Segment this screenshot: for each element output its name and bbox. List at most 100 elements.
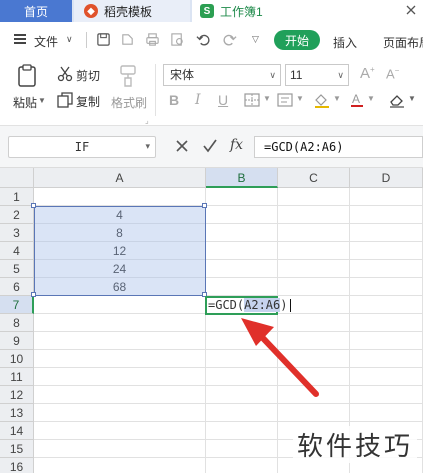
hamburger-menu-icon[interactable]: [14, 34, 26, 44]
chevron-down-icon[interactable]: ∨: [66, 34, 73, 45]
font-size-select[interactable]: 11 ∨: [285, 64, 349, 86]
cell-b10[interactable]: [206, 350, 278, 368]
cell-a14[interactable]: [34, 422, 206, 440]
cell-a4[interactable]: 12: [34, 242, 206, 260]
cell-d3[interactable]: [350, 224, 423, 242]
insert-function-button[interactable]: fx: [230, 137, 243, 153]
format-painter-icon[interactable]: [118, 64, 138, 88]
row-header-10[interactable]: 10: [0, 350, 34, 368]
chevron-down-icon[interactable]: ▼: [263, 94, 271, 103]
cell-b11[interactable]: [206, 368, 278, 386]
cell-d8[interactable]: [350, 314, 423, 332]
name-box[interactable]: IF ▾: [8, 136, 156, 158]
cell-style-icon[interactable]: [277, 93, 293, 107]
tab-workbook1[interactable]: S 工作簿1: [192, 0, 423, 22]
cell-b8[interactable]: [206, 314, 278, 332]
cell-a13[interactable]: [34, 404, 206, 422]
print-icon[interactable]: [145, 32, 160, 47]
column-header-a[interactable]: A: [34, 168, 206, 188]
cell-b16[interactable]: [206, 458, 278, 473]
cell-b6[interactable]: [206, 278, 278, 296]
active-cell-b7-editor[interactable]: =GCD(A2:A6): [205, 296, 292, 315]
cell-a16[interactable]: [34, 458, 206, 473]
redo-icon[interactable]: [222, 32, 237, 47]
increase-font-size-icon[interactable]: A+: [360, 65, 375, 82]
column-header-c[interactable]: C: [278, 168, 350, 188]
tab-page-layout[interactable]: 页面布局: [383, 34, 423, 51]
row-header-2[interactable]: 2: [0, 206, 34, 224]
cell-a7[interactable]: [34, 296, 206, 314]
row-header-4[interactable]: 4: [0, 242, 34, 260]
select-all-corner[interactable]: [0, 168, 34, 188]
underline-icon[interactable]: U: [218, 92, 228, 108]
close-tab-icon[interactable]: [405, 4, 417, 16]
row-header-9[interactable]: 9: [0, 332, 34, 350]
font-family-select[interactable]: 宋体 ∨: [163, 64, 281, 86]
row-header-11[interactable]: 11: [0, 368, 34, 386]
font-color-icon[interactable]: A: [349, 92, 365, 108]
row-header-1[interactable]: 1: [0, 188, 34, 206]
cell-c9[interactable]: [278, 332, 350, 350]
range-resize-handle[interactable]: [202, 203, 207, 208]
cell-d1[interactable]: [350, 188, 423, 206]
cell-b1[interactable]: [206, 188, 278, 206]
cell-b4[interactable]: [206, 242, 278, 260]
bold-icon[interactable]: B: [169, 92, 179, 108]
export-pdf-icon[interactable]: [120, 32, 135, 47]
save-icon[interactable]: [96, 32, 111, 47]
cell-a3[interactable]: 8: [34, 224, 206, 242]
chevron-down-icon[interactable]: ▼: [367, 94, 375, 103]
range-resize-handle[interactable]: [31, 292, 36, 297]
chevron-down-icon[interactable]: ▼: [333, 94, 341, 103]
cell-b3[interactable]: [206, 224, 278, 242]
cell-d7[interactable]: [350, 296, 423, 314]
cell-c3[interactable]: [278, 224, 350, 242]
paste-icon[interactable]: [16, 64, 38, 88]
cancel-formula-icon[interactable]: [175, 139, 189, 153]
chevron-down-icon[interactable]: ∨: [269, 65, 276, 85]
row-header-3[interactable]: 3: [0, 224, 34, 242]
tab-docer-templates[interactable]: ◆ 稻壳模板: [74, 0, 190, 22]
cell-d5[interactable]: [350, 260, 423, 278]
cell-c2[interactable]: [278, 206, 350, 224]
cell-b2[interactable]: [206, 206, 278, 224]
cell-d10[interactable]: [350, 350, 423, 368]
row-header-7[interactable]: 7: [0, 296, 34, 314]
row-header-13[interactable]: 13: [0, 404, 34, 422]
border-icon[interactable]: [244, 93, 260, 107]
chevron-down-icon[interactable]: ▼: [38, 96, 46, 105]
cut-button[interactable]: 剪切: [76, 67, 100, 84]
chevron-down-icon[interactable]: ▼: [408, 94, 416, 103]
row-header-12[interactable]: 12: [0, 386, 34, 404]
cell-c1[interactable]: [278, 188, 350, 206]
cell-c8[interactable]: [278, 314, 350, 332]
cell-b14[interactable]: [206, 422, 278, 440]
cell-b12[interactable]: [206, 386, 278, 404]
cell-a12[interactable]: [34, 386, 206, 404]
cell-c10[interactable]: [278, 350, 350, 368]
paste-button[interactable]: 粘贴: [13, 94, 37, 111]
cell-a11[interactable]: [34, 368, 206, 386]
cell-b15[interactable]: [206, 440, 278, 458]
italic-icon[interactable]: I: [195, 92, 201, 108]
copy-button[interactable]: 复制: [76, 93, 100, 110]
chevron-down-icon[interactable]: ▼: [296, 94, 304, 103]
cell-d6[interactable]: [350, 278, 423, 296]
cell-b9[interactable]: [206, 332, 278, 350]
cell-d13[interactable]: [350, 404, 423, 422]
print-preview-icon[interactable]: [170, 32, 185, 47]
clear-format-icon[interactable]: [388, 92, 406, 108]
cell-c13[interactable]: [278, 404, 350, 422]
tab-home[interactable]: 首页: [0, 0, 72, 22]
cell-c12[interactable]: [278, 386, 350, 404]
cell-d2[interactable]: [350, 206, 423, 224]
cell-a2[interactable]: 4: [34, 206, 206, 224]
cell-c5[interactable]: [278, 260, 350, 278]
cell-a6[interactable]: 68: [34, 278, 206, 296]
cell-d9[interactable]: [350, 332, 423, 350]
row-header-15[interactable]: 15: [0, 440, 34, 458]
cell-a1[interactable]: [34, 188, 206, 206]
file-menu[interactable]: 文件: [34, 33, 58, 50]
cell-c11[interactable]: [278, 368, 350, 386]
cell-b13[interactable]: [206, 404, 278, 422]
